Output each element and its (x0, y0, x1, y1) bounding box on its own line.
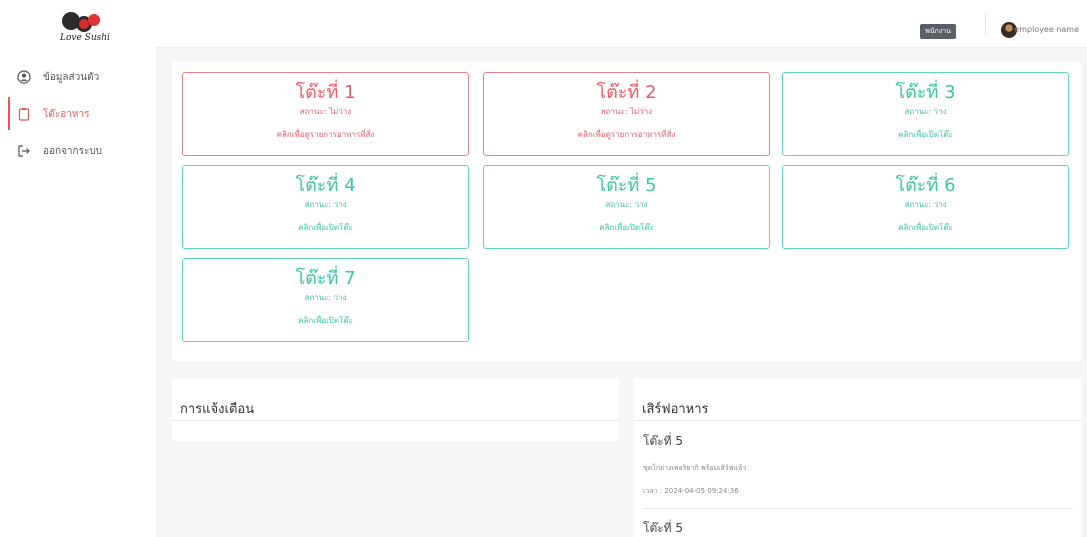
table-title: โต๊ะที่ 2 (596, 82, 657, 103)
serve-item-table: โต๊ะที่ 5 (643, 434, 684, 448)
table-card-6[interactable]: โต๊ะที่ 6 สถานะ: ว่าง คลิกเพื่อเปิดโต๊ะ (782, 165, 1069, 249)
table-status: สถานะ: ไม่ว่าง (299, 107, 352, 116)
love-sushi-logo[interactable]: Love Sushi (58, 10, 114, 46)
table-action-link[interactable]: คลิกเพื่อเปิดโต๊ะ (183, 223, 468, 233)
table-status: สถานะ: ว่าง (904, 200, 947, 209)
table-action-link[interactable]: คลิกเพื่อเปิดโต๊ะ (783, 223, 1068, 233)
table-card-7[interactable]: โต๊ะที่ 7 สถานะ: ว่าง คลิกเพื่อเปิดโต๊ะ (182, 258, 469, 342)
table-status: สถานะ: ว่าง (605, 200, 648, 209)
serve-item[interactable]: โต๊ะที่ 5 (643, 519, 1073, 537)
table-action-link[interactable]: คลิกเพื่อเปิดโต๊ะ (183, 316, 468, 326)
table-title: โต๊ะที่ 1 (295, 82, 356, 103)
sidebar-item-logout[interactable]: ออกจากระบบ (17, 141, 102, 161)
sidebar: Love Sushi ข้อมูลส่วนตัว โต๊ะอาหาร ออกจา… (0, 0, 156, 537)
serve-item[interactable]: โต๊ะที่ 5 ชุดไก่ย่างเทอริยากิ พร้อมเสิร์… (643, 432, 1073, 497)
notifications-title: การแจ้งเตือน (180, 402, 255, 417)
sidebar-item-label: โต๊ะอาหาร (43, 108, 90, 120)
table-status: สถานะ: ไม่ว่าง (600, 107, 653, 116)
divider (643, 508, 1073, 509)
tables-panel: โต๊ะที่ 1 สถานะ: ไม่ว่าง คลิกเพื่อดูรายก… (172, 62, 1082, 361)
logo-text: Love Sushi (60, 33, 110, 43)
serve-item-time: เวลา : 2024-04-05 09:24:36 (643, 487, 739, 495)
table-card-1[interactable]: โต๊ะที่ 1 สถานะ: ไม่ว่าง คลิกเพื่อดูรายก… (182, 72, 469, 156)
table-card-2[interactable]: โต๊ะที่ 2 สถานะ: ไม่ว่าง คลิกเพื่อดูรายก… (483, 72, 770, 156)
logout-icon (17, 144, 31, 158)
serve-item-table: โต๊ะที่ 5 (643, 521, 684, 535)
table-status: สถานะ: ว่าง (304, 293, 347, 302)
table-card-5[interactable]: โต๊ะที่ 5 สถานะ: ว่าง คลิกเพื่อเปิดโต๊ะ (483, 165, 770, 249)
table-status: สถานะ: ว่าง (304, 200, 347, 209)
sidebar-item-profile[interactable]: ข้อมูลส่วนตัว (17, 67, 99, 87)
divider (634, 420, 1082, 421)
serve-item-detail: ชุดไก่ย่างเทอริยากิ พร้อมเสิร์ฟแล้ว (643, 464, 747, 472)
divider (172, 420, 619, 421)
clipboard-icon (17, 107, 31, 121)
sidebar-item-label: ข้อมูลส่วนตัว (43, 71, 100, 83)
table-title: โต๊ะที่ 5 (596, 175, 657, 196)
divider (985, 13, 986, 35)
sidebar-item-tables[interactable]: โต๊ะอาหาร (17, 104, 89, 124)
sidebar-item-label: ออกจากระบบ (43, 145, 103, 157)
active-nav-indicator (8, 97, 10, 130)
table-title: โต๊ะที่ 7 (295, 268, 356, 289)
serve-food-panel: เสิร์ฟอาหาร โต๊ะที่ 5 ชุดไก่ย่างเทอริยาก… (634, 378, 1082, 537)
table-action-link[interactable]: คลิกเพื่อเปิดโต๊ะ (484, 223, 769, 233)
table-status: สถานะ: ว่าง (904, 107, 947, 116)
table-card-3[interactable]: โต๊ะที่ 3 สถานะ: ว่าง คลิกเพื่อเปิดโต๊ะ (782, 72, 1069, 156)
table-title: โต๊ะที่ 6 (895, 175, 956, 196)
role-badge: พนักงาน (920, 24, 956, 39)
top-bar: พนักงาน employee name (156, 0, 1087, 48)
table-title: โต๊ะที่ 4 (295, 175, 356, 196)
table-action-link[interactable]: คลิกเพื่อดูรายการอาหารที่สั่ง (183, 130, 468, 140)
table-action-link[interactable]: คลิกเพื่อดูรายการอาหารที่สั่ง (484, 130, 769, 140)
user-circle-icon (17, 70, 31, 84)
table-action-link[interactable]: คลิกเพื่อเปิดโต๊ะ (783, 130, 1068, 140)
table-title: โต๊ะที่ 3 (895, 82, 956, 103)
table-card-4[interactable]: โต๊ะที่ 4 สถานะ: ว่าง คลิกเพื่อเปิดโต๊ะ (182, 165, 469, 249)
user-name[interactable]: employee name (1014, 25, 1079, 34)
notifications-panel: การแจ้งเตือน (172, 378, 619, 441)
serve-food-title: เสิร์ฟอาหาร (642, 402, 709, 417)
